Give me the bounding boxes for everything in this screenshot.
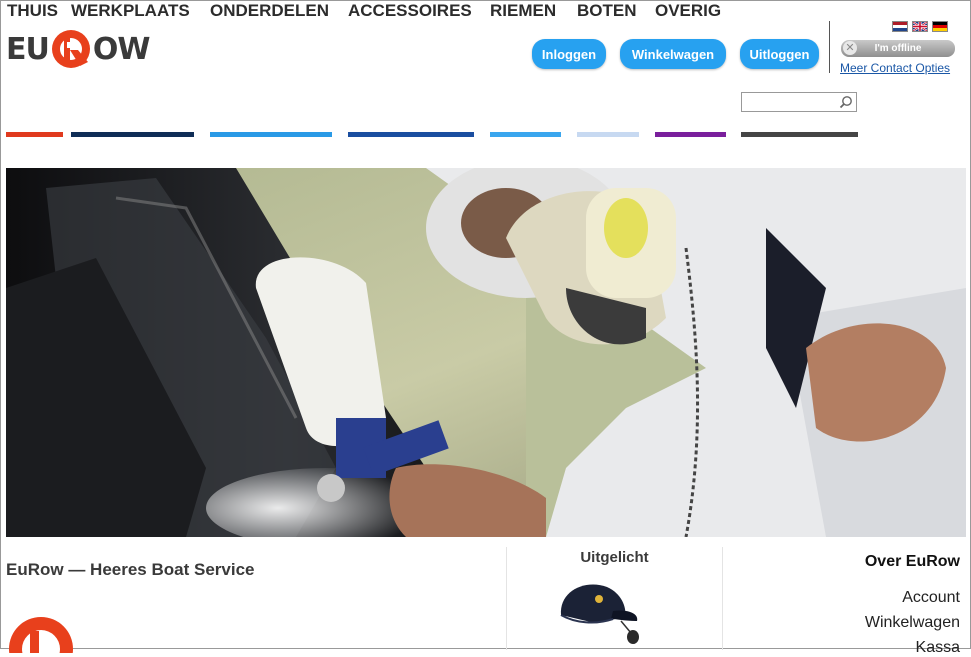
eurow-logo[interactable]: EU OW (6, 25, 151, 73)
about-title: Over EuRow (864, 553, 960, 570)
nav-item-thuis[interactable]: THUIS (7, 1, 58, 21)
nav-item-boten[interactable]: BOTEN (577, 1, 637, 21)
nav-item-overig[interactable]: OVERIG (655, 1, 721, 21)
flag-de-icon[interactable] (932, 21, 948, 32)
nav-item-onderdelen[interactable]: ONDERDELEN (210, 1, 329, 21)
spray-painting-photo (6, 168, 966, 537)
nav-underline-riemen (490, 132, 561, 137)
featured-panel: Uitgelicht (506, 547, 723, 650)
login-button[interactable]: Inloggen (532, 39, 606, 69)
logout-button[interactable]: Uitloggen (740, 39, 819, 69)
featured-cap-image[interactable] (555, 577, 645, 647)
close-icon: ✕ (843, 41, 857, 55)
nav-underline-overig (655, 132, 726, 137)
cart-button[interactable]: Winkelwagen (620, 39, 726, 69)
eurow-logo-icon (9, 617, 73, 653)
hero-banner-image (6, 168, 966, 537)
nav-underline-accessoires (348, 132, 474, 137)
nav-item-accessoires[interactable]: ACCESSOIRES (348, 1, 472, 21)
flag-uk-icon[interactable] (912, 21, 928, 32)
page-subtitle: EuRow — Heeres Boat Service (6, 560, 255, 579)
search-box (741, 92, 857, 112)
chat-status-badge[interactable]: ✕ I'm offline (841, 40, 955, 57)
nav-item-riemen[interactable]: RIEMEN (490, 1, 556, 21)
chat-status-label: I'm offline (874, 43, 922, 54)
nav-item-werkplaats[interactable]: WERKPLAATS (71, 1, 190, 21)
about-link-cart[interactable]: Winkelwagen (865, 614, 960, 632)
about-link-account[interactable]: Account (902, 589, 960, 607)
logo-text-right: OW (92, 31, 151, 67)
logo-text-left: EU (6, 31, 50, 67)
nav-underline-boten (577, 132, 639, 137)
logo-r-mark (51, 30, 90, 68)
about-link-checkout[interactable]: Kassa (916, 639, 960, 657)
search-input[interactable] (744, 94, 836, 110)
search-icon[interactable] (839, 95, 853, 109)
featured-title: Uitgelicht (580, 549, 649, 566)
nav-underline-search (741, 132, 858, 137)
nav-underline-onderdelen (210, 132, 332, 137)
nav-underline-werkplaats (71, 132, 194, 137)
language-selector (892, 21, 948, 32)
flag-nl-icon[interactable] (892, 21, 908, 32)
contact-options-link[interactable]: Meer Contact Opties (840, 61, 950, 75)
nav-underline-thuis (6, 132, 63, 137)
header-divider (829, 21, 830, 73)
